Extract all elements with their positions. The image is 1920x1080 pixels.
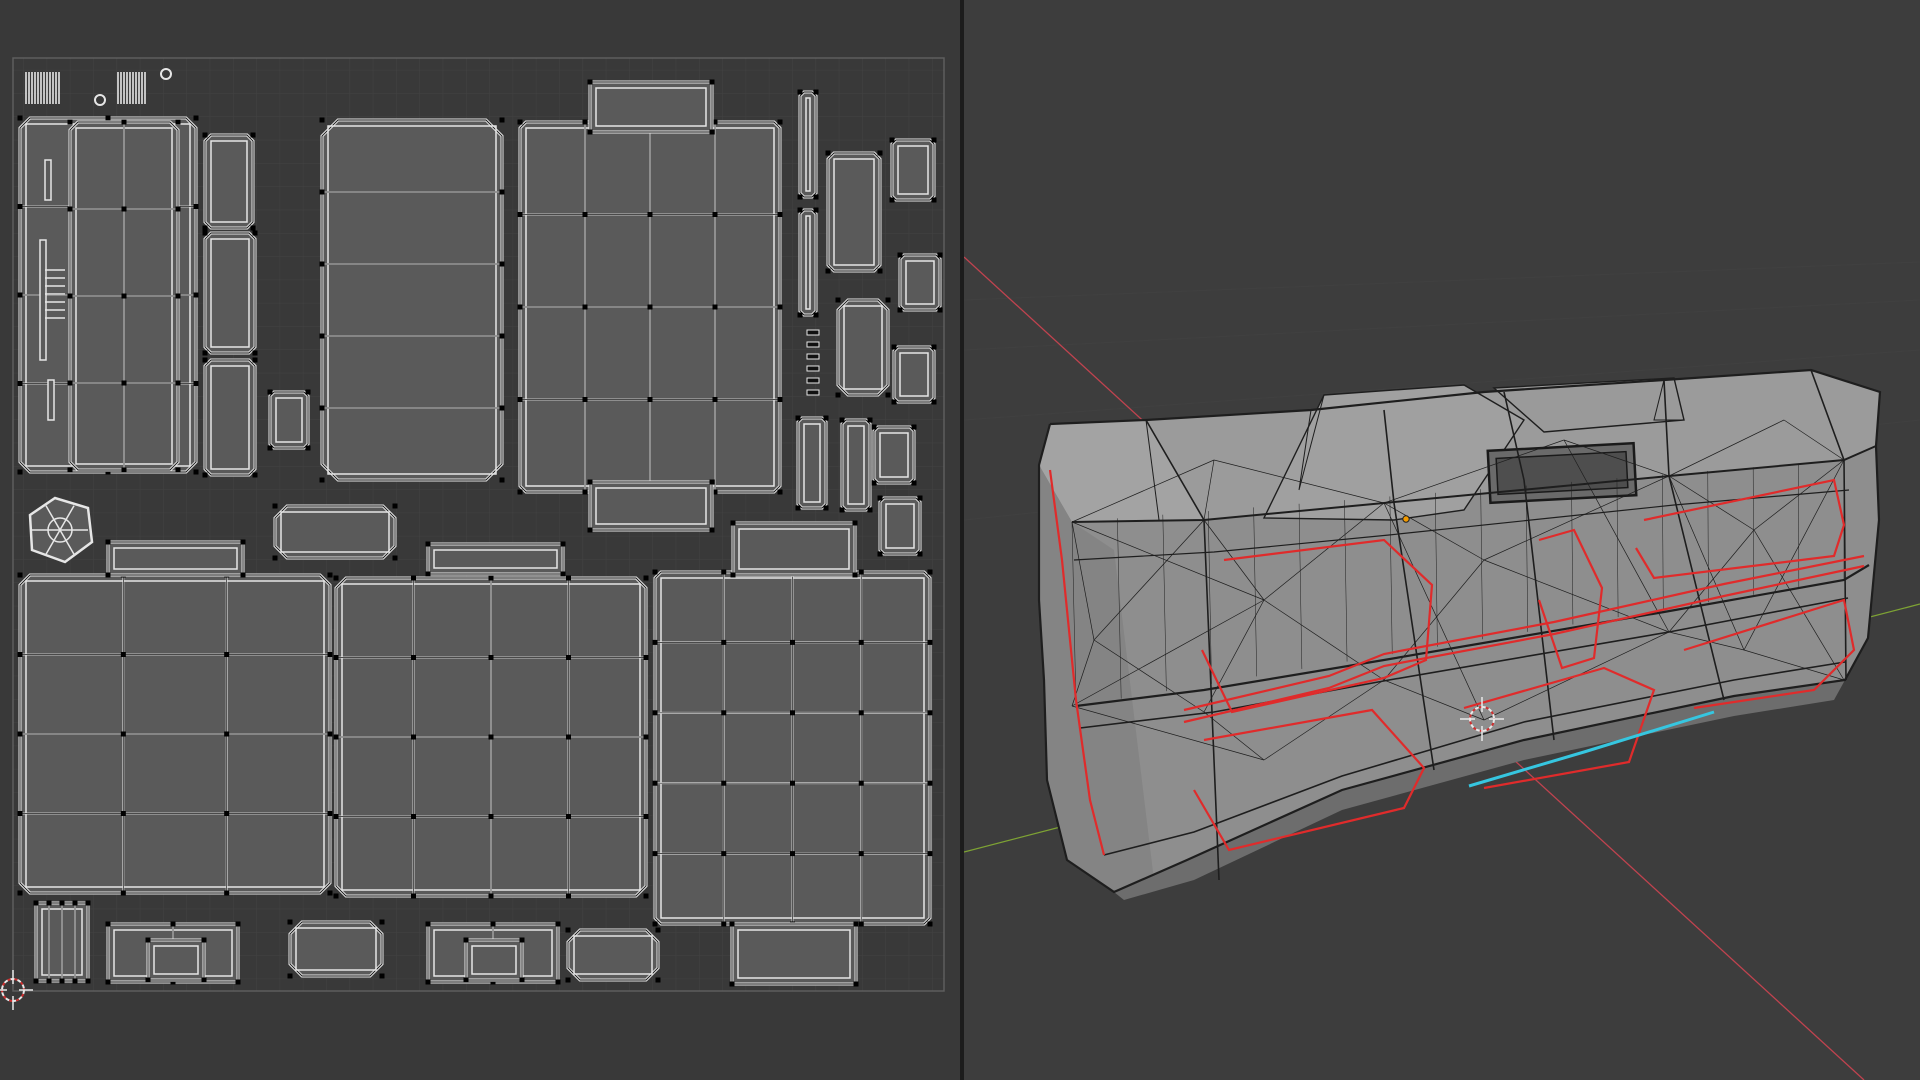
uv-editor[interactable] — [0, 0, 960, 1080]
3d-viewport[interactable] — [964, 0, 1920, 1080]
viewport-canvas[interactable] — [964, 0, 1920, 1080]
object-origin-icon — [1402, 515, 1410, 523]
uv-canvas[interactable] — [0, 0, 960, 1080]
